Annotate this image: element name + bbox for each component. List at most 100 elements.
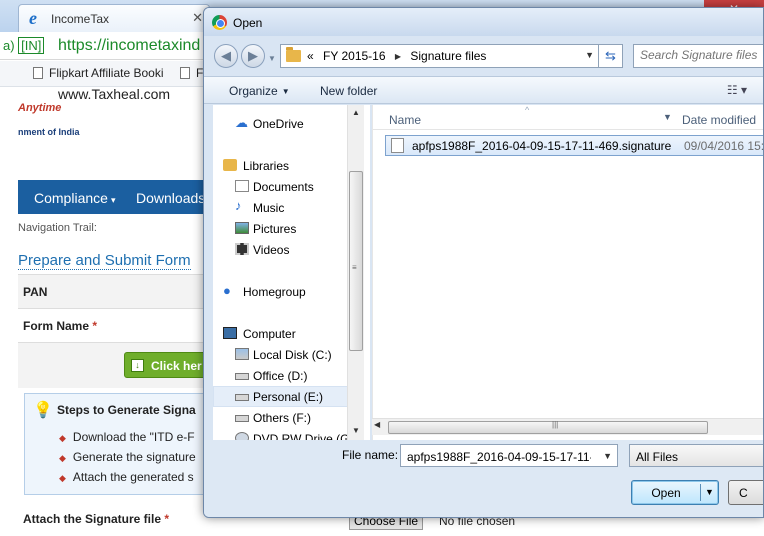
chevron-right-icon: ▶ xyxy=(394,52,402,61)
nav-item-dvd-g[interactable]: DVD RW Drive (G xyxy=(213,428,353,440)
page-icon xyxy=(33,67,43,79)
dialog-footer: File name: apfps1988F_2016-04-09-15-17-1… xyxy=(204,440,763,517)
steps-box: 💡 Steps to Generate Signa ◆ Download the … xyxy=(24,393,218,495)
column-dropdown-icon[interactable]: ▼ xyxy=(663,112,672,122)
column-date-modified[interactable]: Date modified xyxy=(682,113,756,127)
column-name[interactable]: Name xyxy=(389,113,421,127)
file-date: 09/04/2016 15:1 xyxy=(684,139,764,153)
videos-icon xyxy=(235,243,249,255)
bookmark-item[interactable]: F xyxy=(180,66,203,80)
breadcrumb[interactable]: « FY 2015-16 ▶ Signature files ▼ ⇆ xyxy=(280,44,623,68)
recent-locations-icon[interactable]: ▼ xyxy=(268,54,276,63)
drive-icon xyxy=(235,394,249,401)
page-icon xyxy=(180,67,190,79)
site-govt-label: nment of India xyxy=(18,127,80,137)
cloud-icon: ☁ xyxy=(235,115,248,130)
open-file-dialog: Open ◀ ▶ ▼ « FY 2015-16 ▶ Signature file… xyxy=(203,7,764,518)
nav-compliance[interactable]: Compliance ▾ xyxy=(34,190,115,206)
column-headers: Name ^ ▼ Date modified xyxy=(373,105,763,130)
nav-item-pictures[interactable]: Pictures xyxy=(213,218,353,239)
search-box[interactable] xyxy=(633,44,763,68)
nav-item-onedrive[interactable]: ☁ OneDrive xyxy=(213,113,353,134)
open-button[interactable]: Open ▼ xyxy=(631,480,719,505)
site-navbar: Compliance ▾ Downloads xyxy=(18,180,218,214)
cancel-button[interactable]: C xyxy=(728,480,763,505)
chevron-down-icon[interactable]: ▼ xyxy=(585,50,594,60)
computer-icon xyxy=(223,327,237,339)
page-title: Prepare and Submit Form xyxy=(18,252,191,270)
search-input[interactable] xyxy=(640,48,763,62)
nav-item-libraries[interactable]: Libraries xyxy=(213,155,353,176)
step-item: ◆ Attach the generated s xyxy=(59,470,194,484)
library-icon xyxy=(223,159,237,171)
download-icon: ↓ xyxy=(131,359,144,372)
command-bar: Organize ▼ New folder ☷ ▾ xyxy=(204,76,763,104)
chrome-icon xyxy=(212,15,227,30)
security-indicator[interactable]: a) [IN] xyxy=(0,36,47,56)
browser-tab[interactable]: e IncomeTax ✕ xyxy=(18,4,210,32)
chevron-down-icon[interactable]: ▼ xyxy=(705,487,714,497)
file-name-input[interactable]: apfps1988F_2016-04-09-15-17-11-469 ▼ xyxy=(400,444,618,467)
step-item: ◆ Generate the signature xyxy=(59,450,196,464)
organize-button[interactable]: Organize ▼ xyxy=(229,84,290,98)
scroll-down-icon[interactable]: ▼ xyxy=(348,423,364,439)
file-row[interactable]: apfps1988F_2016-04-09-15-17-11-469.signa… xyxy=(385,135,764,156)
file-list-hscrollbar[interactable]: ◀ ||| xyxy=(372,418,763,435)
pictures-icon xyxy=(235,222,249,234)
drive-icon xyxy=(235,373,249,380)
chevron-down-icon: ▼ xyxy=(281,87,290,96)
tab-title: IncomeTax xyxy=(51,12,110,26)
grip-icon: ≡ xyxy=(352,263,357,272)
scroll-up-icon[interactable]: ▲ xyxy=(348,105,364,121)
view-options-icon[interactable]: ☷ ▾ xyxy=(727,83,747,97)
scroll-left-icon[interactable]: ◀ xyxy=(374,420,380,429)
scroll-thumb[interactable] xyxy=(388,421,708,434)
nav-item-others-f[interactable]: Others (F:) xyxy=(213,407,353,428)
nav-item-office-d[interactable]: Office (D:) xyxy=(213,365,353,386)
dialog-titlebar[interactable]: Open xyxy=(204,8,763,36)
nav-item-computer[interactable]: Computer xyxy=(213,323,353,344)
drive-icon xyxy=(235,415,249,422)
nav-item-homegroup[interactable]: ● Homegroup xyxy=(213,281,353,302)
ie-icon: e xyxy=(29,8,37,28)
step-item: ◆ Download the "ITD e-F xyxy=(59,430,195,444)
chevron-down-icon: ▾ xyxy=(110,195,116,205)
refresh-icon[interactable]: ⇆ xyxy=(598,45,622,67)
steps-heading: Steps to Generate Signa xyxy=(57,403,196,417)
chevron-down-icon[interactable]: ▼ xyxy=(603,451,612,461)
nav-downloads[interactable]: Downloads xyxy=(136,190,205,206)
file-list: Name ^ ▼ Date modified apfps1988F_2016-0… xyxy=(372,105,764,440)
drive-icon xyxy=(235,348,249,360)
dialog-title: Open xyxy=(233,16,263,30)
forward-button[interactable]: ▶ xyxy=(241,44,265,68)
form-name-row: Form Name * xyxy=(18,308,218,342)
nav-item-music[interactable]: ♪ Music xyxy=(213,197,353,218)
dvd-icon xyxy=(235,432,249,440)
nav-item-personal-e[interactable]: Personal (E:) xyxy=(213,386,353,407)
nav-item-local-disk-c[interactable]: Local Disk (C:) xyxy=(213,344,353,365)
back-button[interactable]: ◀ xyxy=(214,44,238,68)
sort-ascending-icon: ^ xyxy=(525,105,530,115)
file-icon xyxy=(391,138,404,153)
bookmark-item[interactable]: Flipkart Affiliate Booki xyxy=(33,66,164,80)
site-logo[interactable]: www.Taxheal.com xyxy=(58,86,170,102)
nav-scrollbar[interactable]: ▲ ≡ ▼ xyxy=(347,105,364,440)
breadcrumb-prefix[interactable]: « xyxy=(307,49,314,63)
pan-label: PAN xyxy=(23,285,48,299)
scroll-thumb[interactable] xyxy=(349,171,363,351)
nav-item-documents[interactable]: Documents xyxy=(213,176,353,197)
breadcrumb-item[interactable]: Signature files xyxy=(410,49,486,63)
file-name-label: File name: xyxy=(342,448,399,462)
nav-item-videos[interactable]: Videos xyxy=(213,239,353,260)
tab-close-icon[interactable]: ✕ xyxy=(192,10,203,26)
url-text[interactable]: https://incometaxind xyxy=(58,36,200,56)
navigation-trail: Navigation Trail: xyxy=(18,222,97,234)
breadcrumb-item[interactable]: FY 2015-16 xyxy=(323,49,386,63)
file-name: apfps1988F_2016-04-09-15-17-11-469.signa… xyxy=(412,139,672,153)
homegroup-icon: ● xyxy=(223,283,231,298)
folder-icon xyxy=(286,47,301,62)
new-folder-button[interactable]: New folder xyxy=(320,84,377,98)
lightbulb-icon: 💡 xyxy=(33,402,53,419)
address-row: ◀ ▶ ▼ « FY 2015-16 ▶ Signature files ▼ ⇆ xyxy=(204,38,763,74)
file-type-select[interactable]: All Files xyxy=(629,444,763,467)
